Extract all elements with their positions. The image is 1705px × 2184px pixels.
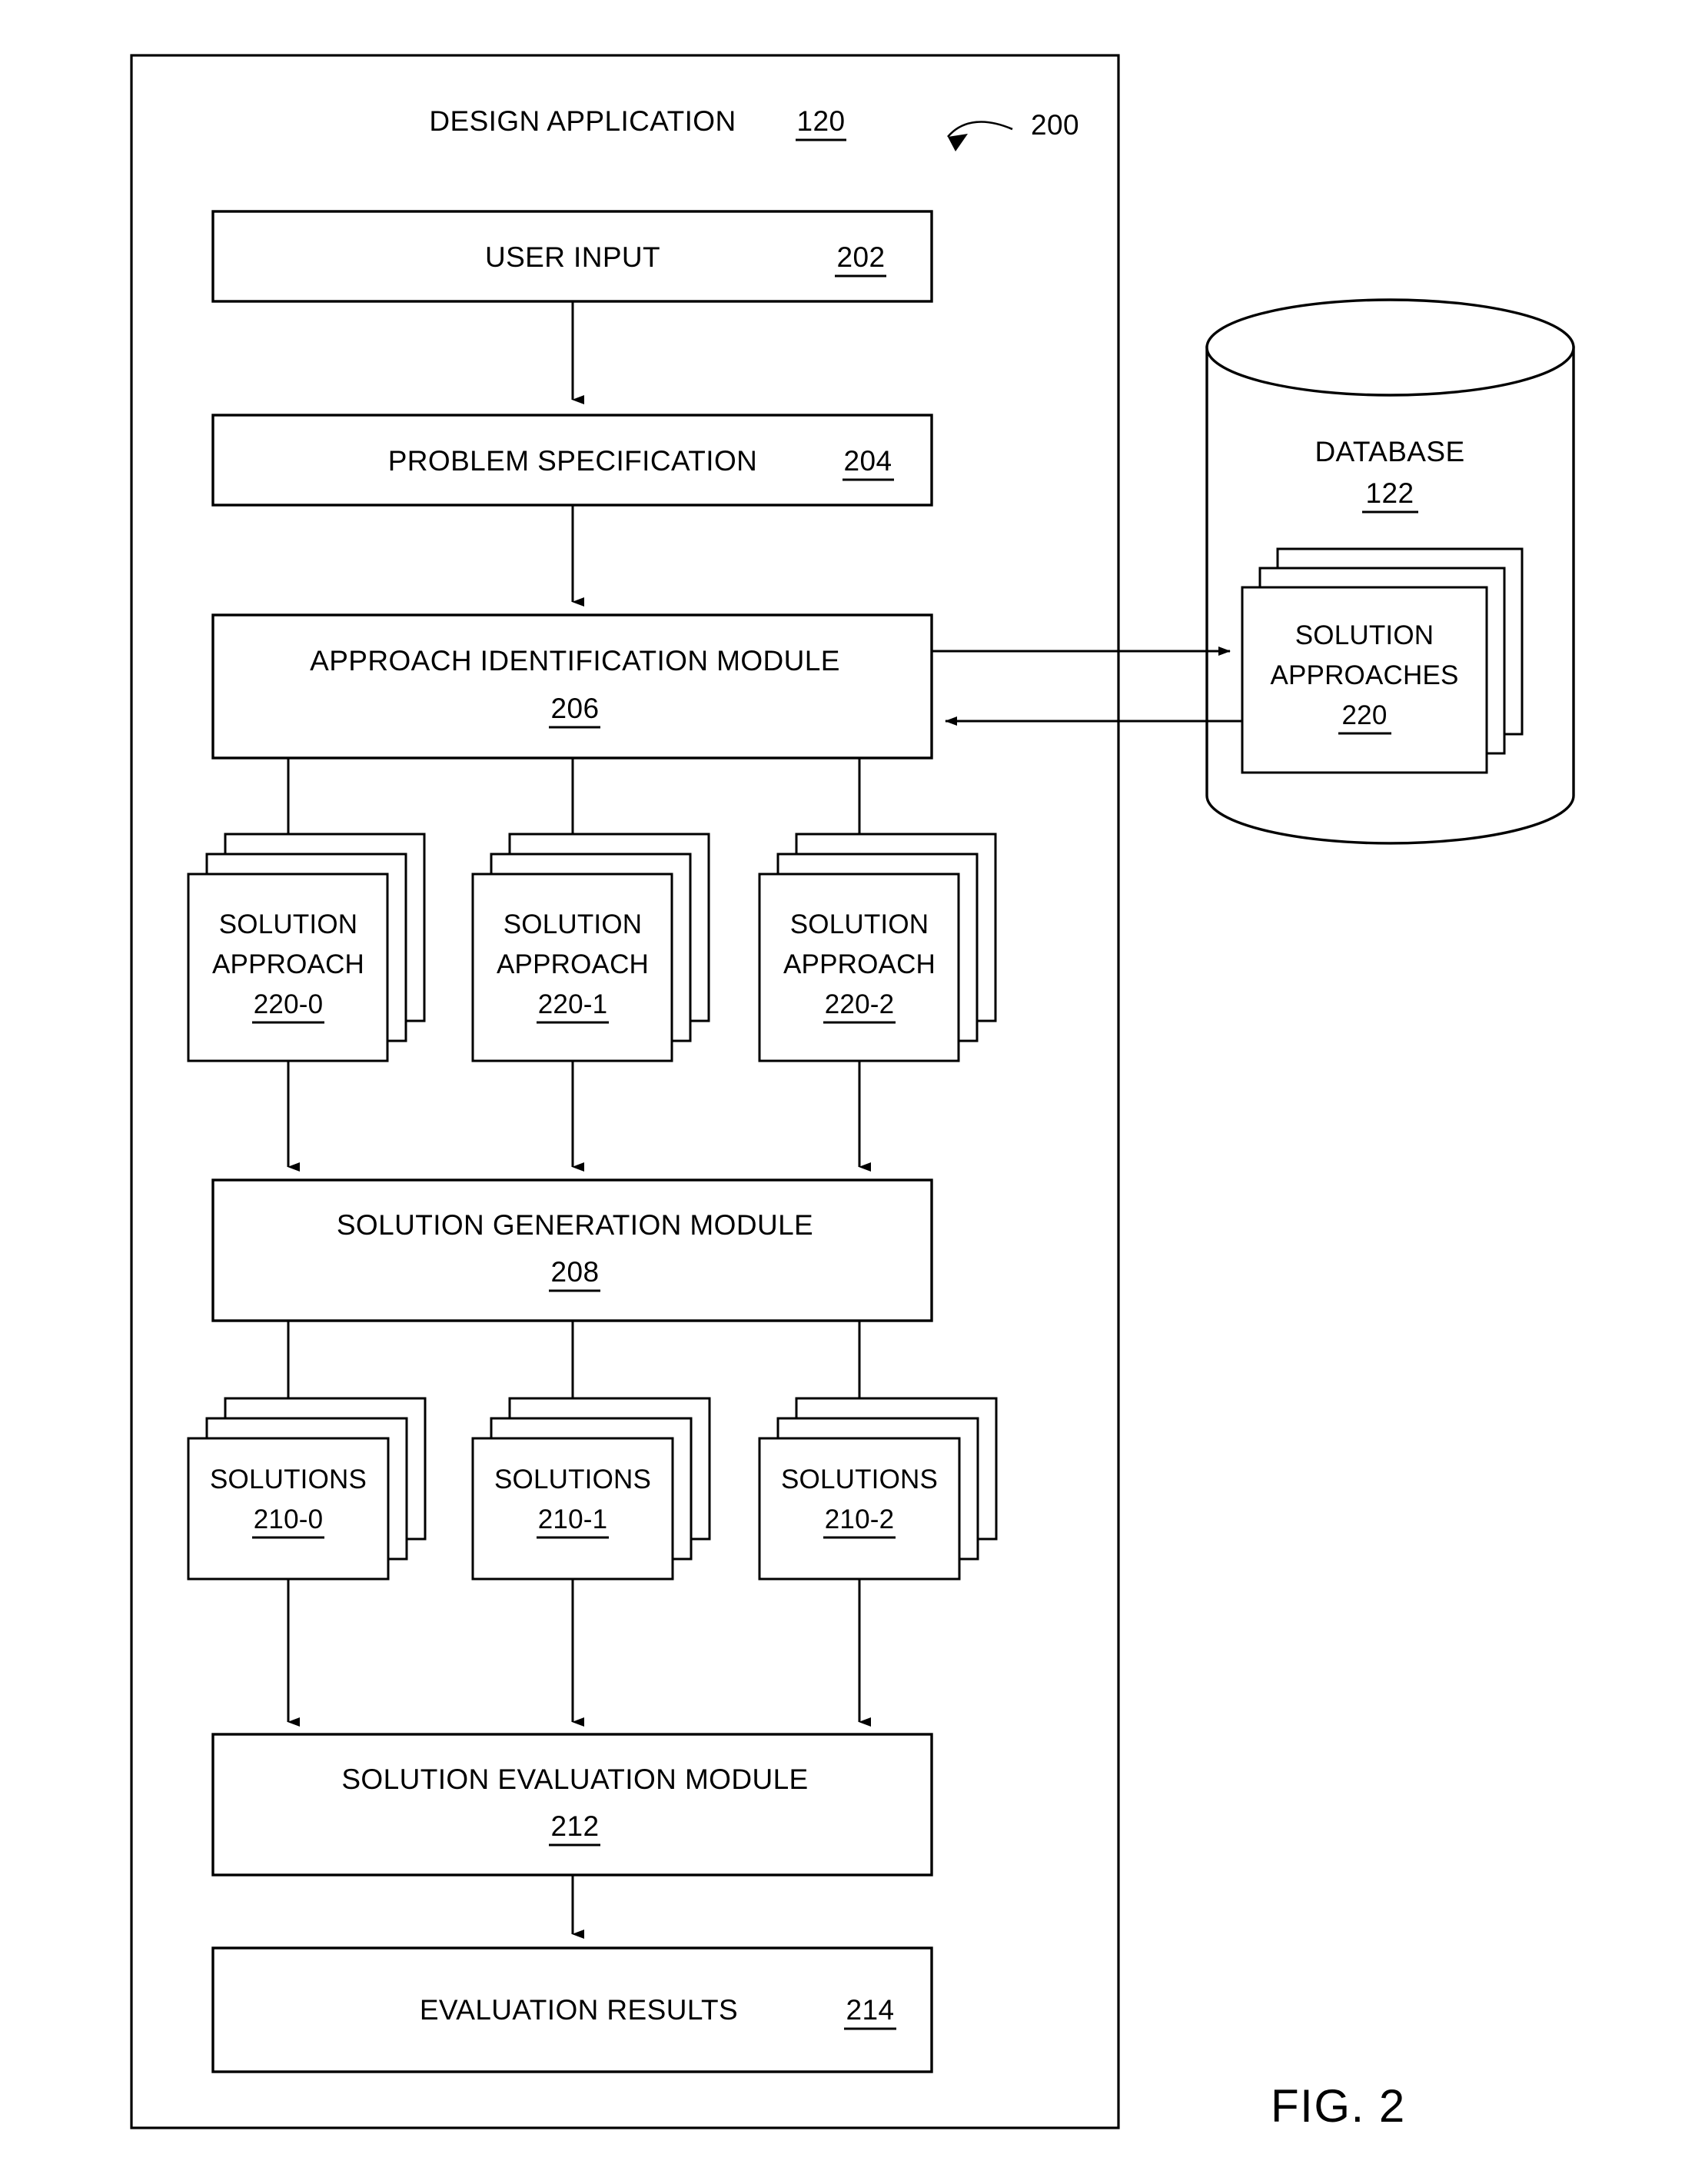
- solutions-0-line1: SOLUTIONS: [210, 1464, 367, 1494]
- figure-lead-line: [947, 121, 1013, 138]
- solutions-1-ref: 210-1: [538, 1504, 608, 1534]
- node-solution-evaluation-module-label: SOLUTION EVALUATION MODULE: [341, 1763, 808, 1795]
- solutions-1-line1: SOLUTIONS: [494, 1464, 651, 1494]
- solutions-stack-2[interactable]: SOLUTIONS 210-2: [758, 1397, 998, 1581]
- database-solution-approaches-line2: APPROACHES: [1270, 660, 1458, 690]
- node-solution-generation-module-ref: 208: [551, 1256, 600, 1288]
- solution-approach-2-line2: APPROACH: [783, 949, 936, 979]
- design-application-ref: 120: [797, 105, 846, 137]
- solutions-2-line1: SOLUTIONS: [781, 1464, 938, 1494]
- node-user-input-label: USER INPUT: [485, 241, 660, 273]
- solution-approach-1-line2: APPROACH: [497, 949, 649, 979]
- solutions-stack-0[interactable]: SOLUTIONS 210-0: [187, 1397, 427, 1581]
- node-solution-generation-module[interactable]: [211, 1178, 933, 1322]
- patent-figure: DESIGN APPLICATION 120 200 USER INPUT 20…: [0, 0, 1705, 2184]
- design-application-title: DESIGN APPLICATION: [429, 105, 736, 137]
- database-ref: 122: [1366, 477, 1414, 509]
- solution-approach-1-line1: SOLUTION: [504, 909, 643, 939]
- node-evaluation-results-label: EVALUATION RESULTS: [420, 1994, 738, 2026]
- solution-approach-stack-1[interactable]: SOLUTION APPROACH 220-1: [471, 833, 710, 1062]
- solutions-stack-1[interactable]: SOLUTIONS 210-1: [471, 1397, 711, 1581]
- figure-lead-arrowhead: [948, 134, 968, 151]
- solution-approach-2-ref: 220-2: [825, 989, 895, 1019]
- node-user-input-ref: 202: [837, 241, 886, 273]
- figure-caption: FIG. 2: [1271, 2080, 1406, 2132]
- solution-approach-0-line1: SOLUTION: [219, 909, 358, 939]
- node-approach-identification-module-ref: 206: [551, 693, 600, 724]
- solution-approach-0-line2: APPROACH: [212, 949, 364, 979]
- node-problem-specification-label: PROBLEM SPECIFICATION: [388, 445, 758, 477]
- node-problem-specification-ref: 204: [844, 445, 892, 477]
- solutions-2-ref: 210-2: [825, 1504, 895, 1534]
- solution-approach-stack-0[interactable]: SOLUTION APPROACH 220-0: [187, 833, 426, 1062]
- node-solution-evaluation-module[interactable]: [211, 1733, 933, 1877]
- database-solution-approaches-line1: SOLUTION: [1295, 620, 1434, 650]
- database-cylinder-top: [1205, 298, 1575, 397]
- solution-approach-2-line1: SOLUTION: [790, 909, 929, 939]
- node-approach-identification-module[interactable]: [211, 613, 933, 760]
- database-label: DATABASE: [1314, 436, 1464, 467]
- node-evaluation-results-ref: 214: [846, 1994, 895, 2026]
- solutions-0-ref: 210-0: [254, 1504, 324, 1534]
- database-solution-approaches-ref: 220: [1342, 700, 1388, 730]
- node-approach-identification-module-label: APPROACH IDENTIFICATION MODULE: [310, 645, 840, 676]
- solution-approach-1-ref: 220-1: [538, 989, 608, 1019]
- node-solution-generation-module-label: SOLUTION GENERATION MODULE: [337, 1209, 813, 1241]
- solution-approach-stack-2[interactable]: SOLUTION APPROACH 220-2: [758, 833, 997, 1062]
- figure-number-label: 200: [1031, 109, 1079, 141]
- node-solution-evaluation-module-ref: 212: [551, 1810, 600, 1842]
- solution-approach-0-ref: 220-0: [254, 989, 324, 1019]
